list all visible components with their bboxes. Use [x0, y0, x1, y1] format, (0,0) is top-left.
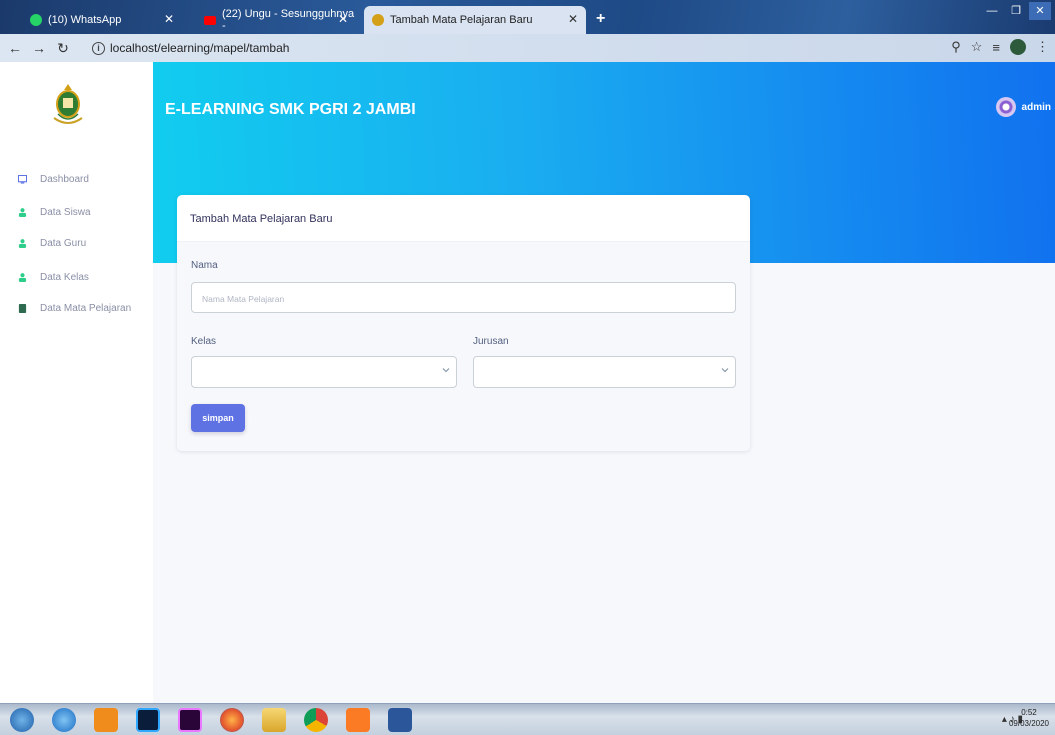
- premiere-icon[interactable]: [178, 708, 202, 732]
- new-tab-button[interactable]: +: [596, 10, 605, 28]
- menu-icon[interactable]: ⋮: [1036, 39, 1049, 55]
- user-name: admin: [1021, 101, 1051, 113]
- whatsapp-icon: [30, 14, 42, 26]
- page-title[interactable]: E-LEARNING SMK PGRI 2 JAMBI: [165, 101, 416, 119]
- card-title: Tambah Mata Pelajaran Baru: [177, 195, 750, 242]
- nama-label: Nama: [191, 260, 218, 271]
- kelas-select[interactable]: [191, 356, 457, 388]
- sidebar-item-label: Dashboard: [40, 174, 89, 185]
- form-card: Tambah Mata Pelajaran Baru Nama Nama Mat…: [177, 195, 750, 451]
- restore-icon[interactable]: ❐: [1005, 2, 1027, 20]
- media-player-icon[interactable]: [94, 708, 118, 732]
- url-text: localhost/elearning/mapel/tambah: [110, 41, 290, 55]
- sidebar-item-data-mata-pelajaran[interactable]: Data Mata Pelajaran: [18, 303, 131, 314]
- youtube-icon: [204, 15, 216, 25]
- photoshop-icon[interactable]: [136, 708, 160, 732]
- chevron-down-icon: [442, 368, 450, 373]
- user-icon: [18, 208, 27, 217]
- internet-explorer-icon[interactable]: [52, 708, 76, 732]
- nama-placeholder: Nama Mata Pelajaran: [202, 294, 285, 304]
- sidebar-item-label: Data Mata Pelajaran: [40, 303, 132, 314]
- nama-input[interactable]: Nama Mata Pelajaran: [191, 282, 736, 313]
- media-queue-icon[interactable]: ≡: [992, 40, 1000, 55]
- sidebar-item-data-guru[interactable]: Data Guru: [18, 238, 86, 249]
- chrome-icon[interactable]: [304, 708, 328, 732]
- close-icon[interactable]: ✕: [338, 12, 348, 26]
- browser-titlebar: (10) WhatsApp ✕ (22) Ungu - Sesungguhnya…: [0, 0, 1055, 34]
- address-bar[interactable]: i localhost/elearning/mapel/tambah: [92, 37, 932, 59]
- tab-youtube[interactable]: (22) Ungu - Sesungguhnya - ✕: [196, 6, 356, 34]
- close-window-icon[interactable]: ✕: [1029, 2, 1051, 20]
- tab-tambah-mapel[interactable]: Tambah Mata Pelajaran Baru ✕: [364, 6, 586, 34]
- close-icon[interactable]: ✕: [164, 12, 174, 26]
- user-menu[interactable]: admin: [995, 97, 1051, 117]
- avatar: [995, 97, 1016, 117]
- page-viewport: Dashboard Data Siswa Data Guru Data Kela…: [0, 62, 1055, 703]
- tray-arrow-icon[interactable]: ▴: [1002, 714, 1007, 725]
- profile-avatar-icon[interactable]: [1010, 39, 1026, 55]
- start-orb-icon[interactable]: [10, 708, 34, 732]
- close-icon[interactable]: ✕: [568, 12, 578, 26]
- xampp-icon[interactable]: [346, 708, 370, 732]
- back-icon[interactable]: ←: [6, 40, 24, 56]
- minimize-icon[interactable]: —: [981, 2, 1003, 20]
- window-controls: — ❐ ✕: [981, 2, 1051, 20]
- sidebar: Dashboard Data Siswa Data Guru Data Kela…: [0, 62, 153, 703]
- firefox-icon[interactable]: [220, 708, 244, 732]
- kelas-label: Kelas: [191, 336, 217, 347]
- sidebar-item-label: Data Siswa: [40, 207, 91, 218]
- form-body: Nama Nama Mata Pelajaran Kelas Jurusan s…: [177, 242, 750, 451]
- save-button[interactable]: simpan: [191, 404, 245, 432]
- reload-icon[interactable]: ↻: [54, 40, 72, 57]
- clock-time: 0:52: [1021, 708, 1037, 717]
- tab-whatsapp[interactable]: (10) WhatsApp ✕: [22, 6, 182, 34]
- info-icon[interactable]: i: [92, 41, 105, 55]
- site-logo-icon: [372, 14, 384, 26]
- chevron-down-icon: [721, 368, 729, 373]
- sidebar-item-dashboard[interactable]: Dashboard: [18, 174, 89, 185]
- jurusan-label: Jurusan: [473, 336, 509, 347]
- taskbar: ▴ ♪ ▮ 0:52 09/03/2020: [0, 703, 1055, 735]
- forward-icon[interactable]: →: [30, 40, 48, 56]
- toolbar-actions: ⚲ ☆ ≡ ⋮: [951, 39, 1049, 55]
- clock-date: 09/03/2020: [1008, 719, 1049, 728]
- sidebar-item-label: Data Guru: [40, 238, 87, 249]
- tab-label: (22) Ungu - Sesungguhnya -: [222, 8, 355, 32]
- monitor-icon: [18, 175, 27, 184]
- sidebar-item-data-kelas[interactable]: Data Kelas: [18, 272, 89, 283]
- tab-label: (10) WhatsApp: [48, 14, 122, 26]
- file-explorer-icon[interactable]: [262, 708, 286, 732]
- book-icon: [18, 304, 27, 313]
- word-icon[interactable]: [388, 708, 412, 732]
- sidebar-item-label: Data Kelas: [40, 272, 89, 283]
- school-logo: [53, 84, 83, 124]
- bookmark-star-icon[interactable]: ☆: [971, 39, 983, 55]
- browser-toolbar: ← → ↻ i localhost/elearning/mapel/tambah…: [0, 34, 1055, 62]
- clock[interactable]: 0:52 09/03/2020: [1009, 707, 1049, 729]
- tab-label: Tambah Mata Pelajaran Baru: [390, 14, 533, 26]
- jurusan-select[interactable]: [473, 356, 736, 388]
- user-icon: [18, 273, 27, 282]
- sidebar-item-data-siswa[interactable]: Data Siswa: [18, 207, 91, 218]
- zoom-icon[interactable]: ⚲: [951, 39, 961, 55]
- user-icon: [18, 239, 27, 248]
